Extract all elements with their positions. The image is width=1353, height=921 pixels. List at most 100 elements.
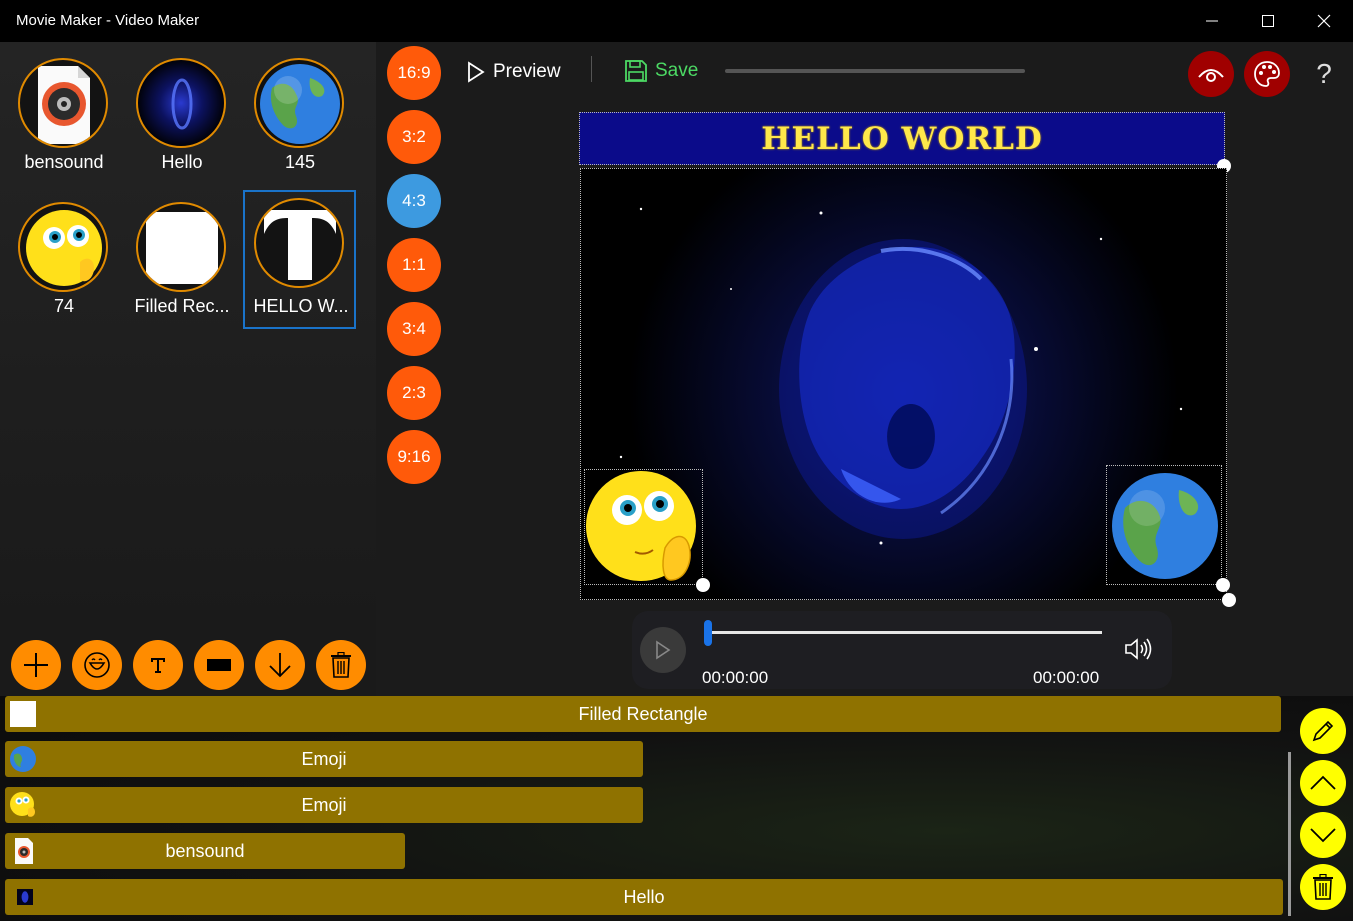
text-icon xyxy=(151,658,165,673)
timeline-panel: Filled Rectangle Emoji Emoji bensound He… xyxy=(0,696,1353,921)
palette-icon xyxy=(1254,61,1280,87)
rectangle-icon xyxy=(207,659,231,671)
play-icon xyxy=(656,640,671,660)
save-button[interactable]: Save xyxy=(625,59,698,83)
minimize-button[interactable] xyxy=(1183,0,1241,42)
emoji-layer[interactable] xyxy=(584,469,703,585)
audio-file-icon xyxy=(15,838,33,864)
pencil-icon xyxy=(1312,720,1334,742)
add-tools-bar xyxy=(0,636,376,696)
media-item-bensound[interactable]: bensound xyxy=(8,54,120,190)
add-emoji-button[interactable] xyxy=(72,640,122,690)
emoji-icon xyxy=(10,792,35,817)
title-text-layer[interactable]: HELLO WORLD xyxy=(579,112,1225,165)
seek-track[interactable] xyxy=(704,631,1102,634)
edit-track-button[interactable] xyxy=(1300,708,1346,754)
title-bar: Movie Maker - Video Maker xyxy=(0,0,1353,42)
theme-button[interactable] xyxy=(1244,51,1290,97)
delete-media-button[interactable] xyxy=(316,640,366,690)
delete-track-button[interactable] xyxy=(1300,864,1346,910)
title-text: HELLO WORLD xyxy=(761,120,1043,157)
window-title: Movie Maker - Video Maker xyxy=(16,12,200,29)
ratio-16-9-button[interactable]: 16:9 xyxy=(387,46,441,100)
chevron-up-icon xyxy=(1310,775,1336,790)
play-icon xyxy=(468,61,485,83)
resize-handle[interactable] xyxy=(1222,593,1236,607)
toolbar-divider xyxy=(591,56,592,82)
close-button[interactable] xyxy=(1295,0,1353,42)
media-item-74[interactable]: 74 xyxy=(8,198,120,334)
earth-layer[interactable] xyxy=(1106,465,1222,585)
eye-icon xyxy=(1198,69,1224,82)
track-bensound[interactable]: bensound xyxy=(5,833,405,869)
trash-icon xyxy=(1313,874,1333,900)
media-item-hello-world-text[interactable]: HELLO W... xyxy=(243,190,356,329)
track-hello[interactable]: Hello xyxy=(5,879,1283,915)
media-caption: bensound xyxy=(24,152,104,172)
media-caption: HELLO W... xyxy=(253,296,349,316)
track-label: Emoji xyxy=(301,795,347,815)
add-text-button[interactable] xyxy=(133,640,183,690)
text-thumbnail xyxy=(254,198,344,288)
total-time: 00:00:00 xyxy=(1033,668,1100,687)
trash-icon xyxy=(331,652,351,678)
audio-file-icon xyxy=(18,58,108,148)
media-caption: Hello xyxy=(161,152,203,172)
chevron-down-icon xyxy=(1310,828,1336,843)
rectangle-thumbnail xyxy=(136,202,226,292)
track-emoji-smiley[interactable]: Emoji xyxy=(5,787,643,823)
ratio-1-1-button[interactable]: 1:1 xyxy=(387,238,441,292)
help-button[interactable]: ? xyxy=(1309,54,1339,94)
arrow-down-icon xyxy=(269,653,291,678)
track-label: Filled Rectangle xyxy=(578,704,708,724)
emoji-icon xyxy=(18,202,108,292)
track-label: Hello xyxy=(623,887,665,907)
close-icon xyxy=(1317,14,1331,28)
video-thumbnail xyxy=(136,58,226,148)
earth-icon xyxy=(254,58,344,148)
save-label: Save xyxy=(655,60,699,81)
preview-button[interactable]: Preview xyxy=(467,60,561,84)
play-button[interactable] xyxy=(640,627,686,673)
timeline-scrollbar[interactable] xyxy=(1288,752,1291,916)
move-track-up-button[interactable] xyxy=(1300,760,1346,806)
resize-handle[interactable] xyxy=(1216,578,1230,592)
visibility-button[interactable] xyxy=(1188,51,1234,97)
resize-handle[interactable] xyxy=(696,578,710,592)
ratio-9-16-button[interactable]: 9:16 xyxy=(387,430,441,484)
earth-icon xyxy=(1112,473,1218,579)
media-caption: Filled Rec... xyxy=(134,296,230,316)
ratio-3-4-button[interactable]: 3:4 xyxy=(387,302,441,356)
player-controls: 00:00:00 00:00:00 xyxy=(632,611,1172,689)
plus-icon xyxy=(24,653,48,677)
current-time: 00:00:00 xyxy=(702,668,769,687)
media-library-panel: bensound Hello 145 74 Filled Rec... HELL… xyxy=(0,42,376,636)
ratio-2-3-button[interactable]: 2:3 xyxy=(387,366,441,420)
maximize-button[interactable] xyxy=(1239,0,1297,42)
media-caption: 145 xyxy=(284,152,316,172)
add-media-button[interactable] xyxy=(11,640,61,690)
aspect-ratio-column: 16:9 3:2 4:3 1:1 3:4 2:3 9:16 xyxy=(376,42,451,696)
add-rectangle-button[interactable] xyxy=(194,640,244,690)
volume-button[interactable] xyxy=(1124,637,1154,663)
track-emoji-earth[interactable]: Emoji xyxy=(5,741,643,777)
track-label: Emoji xyxy=(301,749,347,769)
ratio-3-2-button[interactable]: 3:2 xyxy=(387,110,441,164)
media-item-145[interactable]: 145 xyxy=(244,54,356,190)
maximize-icon xyxy=(1262,15,1274,27)
emoji-icon xyxy=(586,471,696,581)
download-button[interactable] xyxy=(255,640,305,690)
seek-thumb[interactable] xyxy=(704,620,712,646)
editor-area: Preview Save ? HELLO WORLD 00:00:00 00:0… xyxy=(451,42,1353,696)
track-filled-rectangle[interactable]: Filled Rectangle xyxy=(5,696,1281,732)
speaker-icon xyxy=(1125,638,1152,660)
media-caption: 74 xyxy=(53,296,75,316)
floppy-disk-icon xyxy=(625,60,647,82)
ratio-4-3-button[interactable]: 4:3 xyxy=(387,174,441,228)
media-item-filled-rectangle[interactable]: Filled Rec... xyxy=(126,198,238,334)
preview-label: Preview xyxy=(493,61,561,82)
export-progress-bar xyxy=(725,69,1025,73)
media-item-hello[interactable]: Hello xyxy=(126,54,238,190)
move-track-down-button[interactable] xyxy=(1300,812,1346,858)
question-mark-icon: ? xyxy=(1316,58,1332,89)
